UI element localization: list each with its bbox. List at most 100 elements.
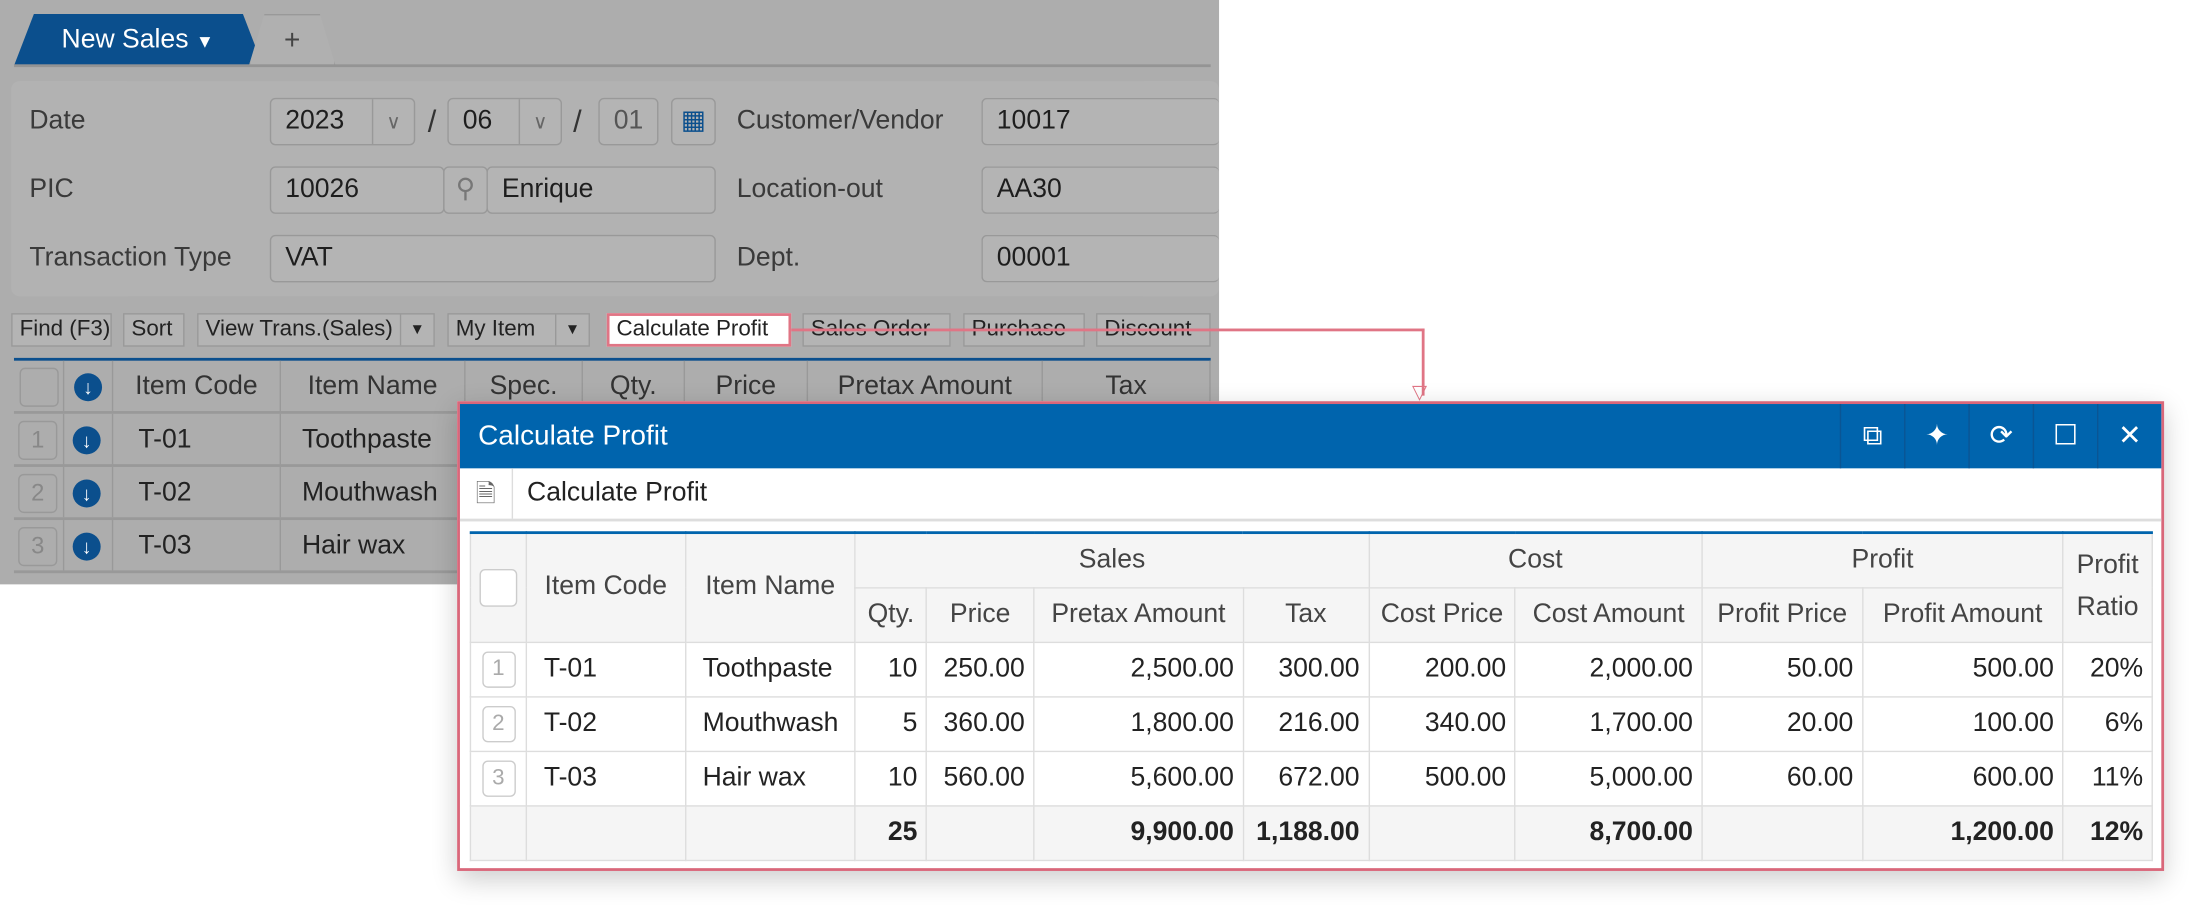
close-icon[interactable]: ✕ [2097,404,2161,468]
qty: 10 [855,642,926,697]
date-separator: / [573,98,582,146]
transaction-type-input[interactable]: VAT [270,235,716,283]
header-cost-price: Cost Price [1369,587,1516,642]
pic-name-input[interactable]: Enrique [487,166,716,214]
profit-price: 60.00 [1702,751,1862,806]
month-select[interactable]: 06 ∨ [447,98,562,146]
dialog-title: Calculate Profit [478,421,668,452]
find-button[interactable]: Find (F3) [11,313,112,347]
header-profit-amount: Profit Amount [1862,587,2063,642]
tax: 216.00 [1243,696,1369,751]
total-profit-amount: 1,200.00 [1862,805,2063,860]
select-all-checkbox[interactable] [14,361,64,411]
my-item-button[interactable]: My Item ▼ [447,313,590,347]
calculate-profit-dialog: Calculate Profit ⧉ ✦ ⟳ ☐ ✕ 🗎 Calculate P… [457,401,2164,871]
profit-table: Item Code Item Name Sales Cost Profit Pr… [470,531,2153,860]
cost-price: 340.00 [1369,696,1516,751]
cost-amount: 2,000.00 [1515,642,1702,697]
item-code: T-02 [113,467,281,517]
group-header-row: Item Code Item Name Sales Cost Profit Pr… [470,533,2152,588]
dept-input[interactable]: 00001 [981,235,1219,283]
my-item-label: My Item [456,317,536,341]
header-item-name: Item Name [281,361,466,411]
location-out-input[interactable]: AA30 [981,166,1219,214]
day-input[interactable]: 01 [598,98,658,146]
qty: 5 [855,696,926,751]
dialog-subheader: 🗎 Calculate Profit [460,468,2161,521]
table-row[interactable]: 3T-03Hair wax10560.005,600.00672.00500.0… [470,751,2152,806]
dialog-subtitle: Calculate Profit [527,468,707,518]
maximize-icon[interactable]: ☐ [2033,404,2097,468]
profit-amount: 500.00 [1862,642,2063,697]
item-name: Toothpaste [281,414,466,464]
chevron-down-icon: ∨ [519,99,561,144]
header-pretax-amount: Pretax Amount [1034,587,1243,642]
profit-price: 50.00 [1702,642,1862,697]
select-all-checkbox[interactable] [470,533,526,642]
popout-icon[interactable]: ⧉ [1840,404,1904,468]
row-number: 1 [482,651,516,687]
table-row[interactable]: 2T-02Mouthwash5360.001,800.00216.00340.0… [470,696,2152,751]
cost-amount: 5,000.00 [1515,751,1702,806]
tab-label: New Sales [62,25,189,54]
pretax-amount: 5,600.00 [1034,751,1243,806]
group-sales: Sales [855,533,1368,588]
row-number: 3 [482,760,516,796]
group-profit: Profit [1702,533,2063,588]
total-cost-amount: 8,700.00 [1515,805,1702,860]
price: 560.00 [926,751,1033,806]
item-code: T-01 [526,642,685,697]
tax: 672.00 [1243,751,1369,806]
year-select[interactable]: 2023 ∨ [270,98,415,146]
search-icon[interactable]: ⚲ [443,166,488,214]
pic-code-input[interactable]: 10026 [270,166,445,214]
total-tax: 1,188.00 [1243,805,1369,860]
refresh-icon[interactable]: ⟳ [1968,404,2032,468]
table-row[interactable]: 1T-01Toothpaste10250.002,500.00300.00200… [470,642,2152,697]
tab-divider [14,64,1211,67]
add-tab-button[interactable]: + [249,14,336,66]
connector-line [791,329,1424,332]
dropdown-arrow-icon[interactable]: ▼ [400,315,434,346]
totals-row: 25 9,900.00 1,188.00 8,700.00 1,200.00 1… [470,805,2152,860]
month-value: 06 [463,106,493,135]
item-code: T-03 [113,520,281,570]
row-number: 3 [18,527,57,566]
view-trans-button[interactable]: View Trans.(Sales) ▼ [197,313,435,347]
arrow-down-icon[interactable]: ↓ [73,479,101,507]
header-profit-price: Profit Price [1702,587,1862,642]
arrow-down-icon[interactable]: ↓ [73,426,101,454]
sort-button[interactable]: Sort [123,313,185,347]
arrow-down-icon: ▽ [1412,383,1434,400]
row-number: 2 [482,705,516,741]
header-qty: Qty. [855,587,926,642]
document-icon: 🗎 [460,468,513,518]
tax: 300.00 [1243,642,1369,697]
profit-amount: 100.00 [1862,696,2063,751]
qty: 10 [855,751,926,806]
cost-price: 200.00 [1369,642,1516,697]
item-name: Mouthwash [281,467,466,517]
price: 250.00 [926,642,1033,697]
item-name: Hair wax [281,520,466,570]
item-name: Toothpaste [685,642,855,697]
view-trans-label: View Trans.(Sales) [206,317,393,341]
transaction-type-label: Transaction Type [29,235,231,283]
customer-vendor-input[interactable]: 10017 [981,98,1219,146]
location-out-label: Location-out [737,166,883,214]
calendar-icon[interactable]: ▦ [671,98,716,146]
caret-down-icon: ▼ [196,31,214,52]
tab-new-sales[interactable]: New Sales ▼ [14,14,263,66]
item-code: T-02 [526,696,685,751]
header-item-code: Item Code [113,361,281,411]
profit-price: 20.00 [1702,696,1862,751]
dept-label: Dept. [737,235,800,283]
pin-icon[interactable]: ✦ [1904,404,1968,468]
calculate-profit-button[interactable]: Calculate Profit [607,313,792,347]
chevron-down-icon: ∨ [372,99,414,144]
row-number-cell: 2 [470,696,526,751]
dropdown-arrow-icon[interactable]: ▼ [555,315,589,346]
year-value: 2023 [285,106,344,135]
arrow-down-icon: ↓ [64,361,113,411]
arrow-down-icon[interactable]: ↓ [73,533,101,561]
